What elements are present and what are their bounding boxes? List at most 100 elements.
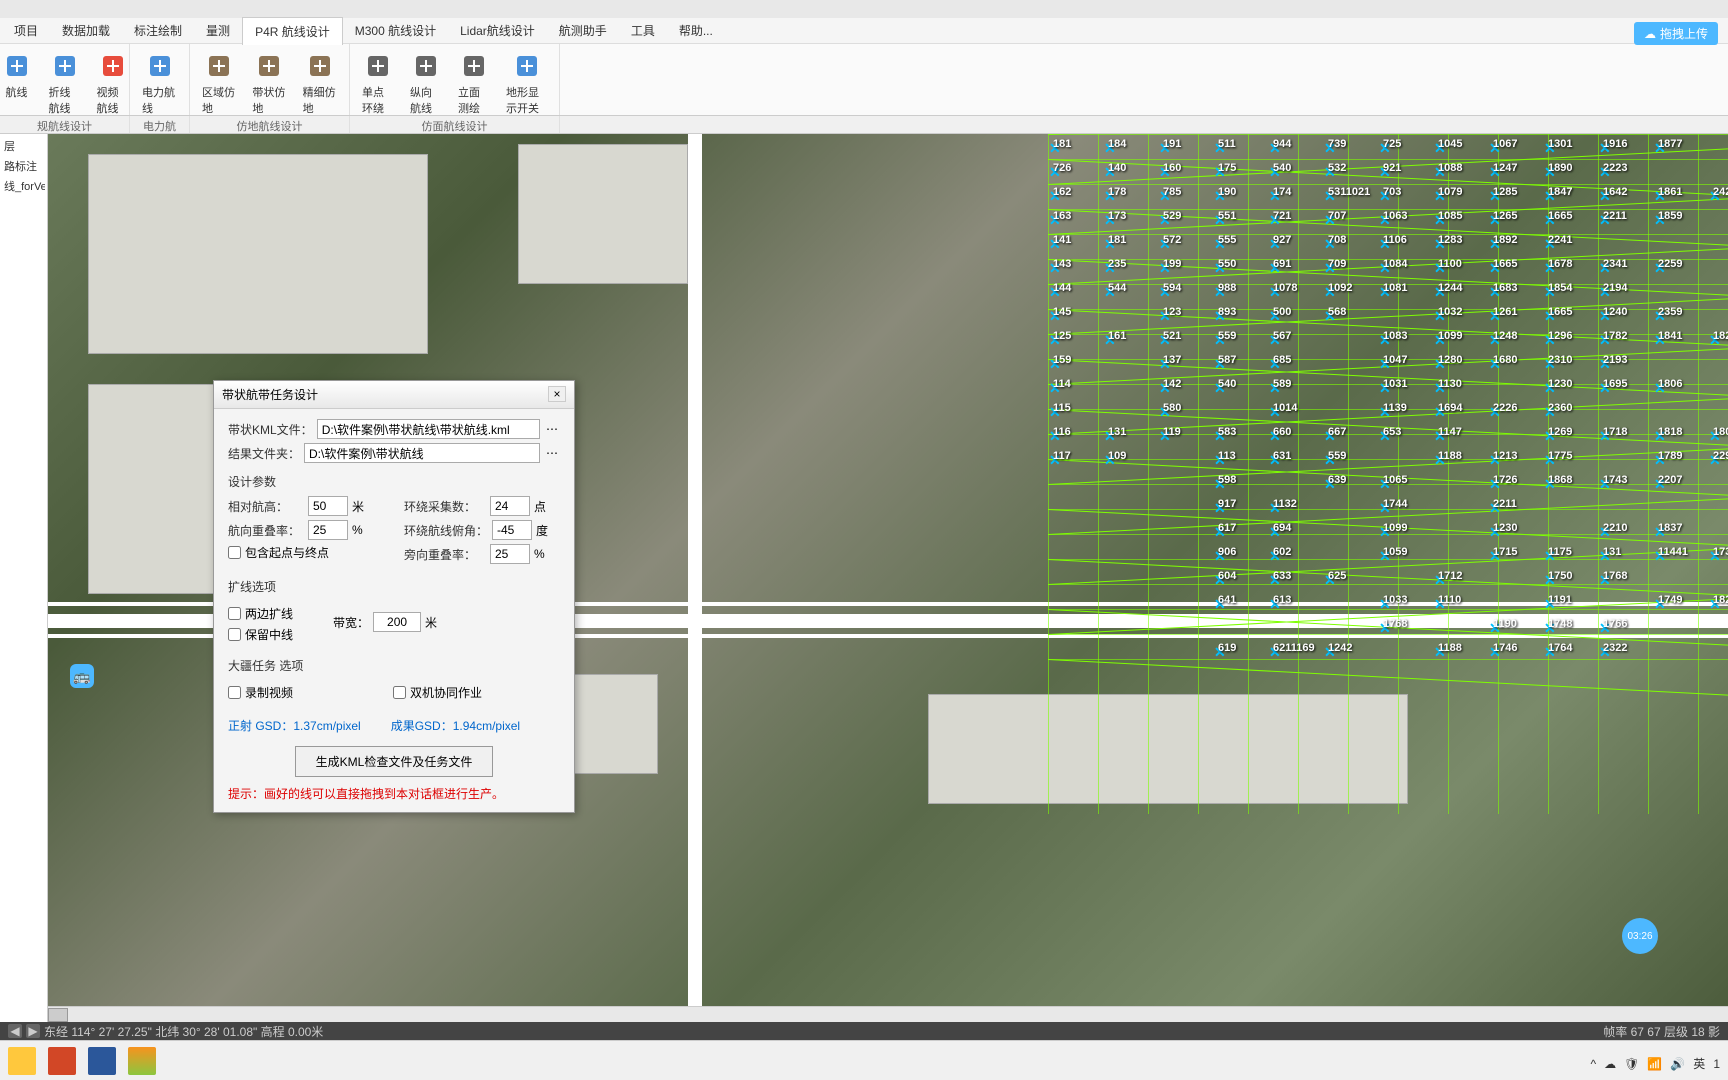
waypoint-number: 181 [1108, 234, 1126, 246]
close-icon[interactable]: × [548, 386, 566, 402]
waypoint-number: 568 [1328, 306, 1346, 318]
waypoint-number: 1244 [1438, 282, 1462, 294]
orbit-angle-unit: 度 [536, 522, 548, 539]
sublime-icon[interactable] [128, 1047, 156, 1075]
waypoint-number: 2423 [1713, 186, 1728, 198]
ribbon-精细仿地[interactable]: 精细仿地 [299, 48, 341, 118]
waypoint-number: 1789 [1658, 450, 1682, 462]
menu-tab-project[interactable]: 项目 [2, 17, 50, 44]
waypoint-number: 191 [1163, 138, 1181, 150]
generate-button[interactable]: 生成KML检查文件及任务文件 [295, 746, 494, 777]
orbit-count-input[interactable] [490, 496, 530, 516]
waypoint-number: 1726 [1493, 474, 1517, 486]
waypoint-number: 1213 [1493, 450, 1517, 462]
layer-sidebar[interactable]: 层 路标注 线_forVer [0, 134, 48, 1034]
horizontal-scrollbar[interactable] [48, 1006, 1728, 1022]
dialog-titlebar[interactable]: 带状航带任务设计 × [214, 381, 574, 409]
ribbon-带状仿地[interactable]: 带状仿地 [248, 48, 290, 118]
sidebar-layer-root[interactable]: 层 [2, 136, 45, 156]
tray-volume-icon[interactable]: 🔊 [1670, 1057, 1685, 1071]
menu-tab-p4r[interactable]: P4R 航线设计 [242, 17, 343, 45]
waypoint-number: 1085 [1438, 210, 1462, 222]
waypoint-number: 500 [1273, 306, 1291, 318]
menu-tab-m300[interactable]: M300 航线设计 [343, 17, 448, 44]
strip-mission-dialog[interactable]: 带状航带任务设计 × 带状KML文件： ⋯ 结果文件夹： ⋯ 设计参数 [213, 380, 575, 813]
waypoint-number: 2193 [1603, 354, 1627, 366]
tray-chevron-icon[interactable]: ^ [1591, 1057, 1597, 1071]
menu-tab-measure[interactable]: 量测 [194, 17, 242, 44]
orbit-count-unit: 点 [534, 498, 546, 515]
ribbon-航线[interactable]: 航线 [0, 48, 37, 118]
gsd-ortho-label: 正射 GSD：1.37cm/pixel [228, 717, 361, 734]
sidebar-layer-road[interactable]: 路标注 [2, 156, 45, 176]
width-input[interactable] [373, 612, 421, 632]
tray-cloud-icon[interactable]: ☁ [1604, 1057, 1616, 1071]
map-canvas[interactable]: 🚌 中国航天 181184191511944739725104510671301… [48, 134, 1728, 1034]
keep-line-checkbox[interactable]: 保留中线 [228, 626, 293, 643]
powerpoint-icon[interactable] [48, 1047, 76, 1075]
waypoint-number: 1890 [1548, 162, 1572, 174]
system-tray[interactable]: ^ ☁ 🛡 📶 🔊 英 1 [1591, 1055, 1720, 1072]
altitude-input[interactable] [308, 496, 348, 516]
orbit-count-label: 环绕采集数： [404, 498, 486, 515]
kml-file-input[interactable] [317, 419, 540, 439]
menu-tab-assist[interactable]: 航测助手 [547, 17, 619, 44]
waypoint-number: 1859 [1658, 210, 1682, 222]
waypoint-number: 115 [1053, 402, 1071, 414]
waypoint-number: 1683 [1493, 282, 1517, 294]
ribbon-立面测绘[interactable]: 立面测绘 [454, 48, 494, 118]
tray-ime[interactable]: 英 [1693, 1055, 1705, 1072]
record-video-checkbox[interactable]: 录制视频 [228, 684, 293, 701]
waypoint-number: 1063 [1383, 210, 1407, 222]
waypoint-number: 1078 [1273, 282, 1297, 294]
tray-wifi-icon[interactable]: 📶 [1647, 1057, 1662, 1071]
cloud-upload-button[interactable]: ☁ 拖拽上传 [1634, 22, 1718, 45]
output-folder-input[interactable] [304, 443, 540, 463]
menu-tab-lidar[interactable]: Lidar航线设计 [448, 17, 547, 44]
both-sides-checkbox[interactable]: 两边扩线 [228, 605, 293, 622]
browse-output-button[interactable]: ⋯ [544, 446, 560, 460]
waypoint-number: 1188 [1438, 642, 1462, 654]
waypoint-number: 540 [1218, 378, 1236, 390]
menu-tab-help[interactable]: 帮助... [667, 17, 725, 44]
ribbon-电力航线[interactable]: 电力航线 [138, 48, 181, 118]
sidebar-layer-route[interactable]: 线_forVer [2, 176, 45, 196]
waypoint-number: 2223 [1603, 162, 1627, 174]
browse-kml-button[interactable]: ⋯ [544, 422, 560, 436]
waypoint-number: 1139 [1383, 402, 1407, 414]
waypoint-number: 580 [1163, 402, 1181, 414]
dual-drone-checkbox[interactable]: 双机协同作业 [393, 684, 482, 701]
menu-tab-tools[interactable]: 工具 [619, 17, 667, 44]
waypoint-number: 988 [1218, 282, 1236, 294]
taskbar[interactable]: ^ ☁ 🛡 📶 🔊 英 1 [0, 1040, 1728, 1080]
ribbon-折线航线[interactable]: 折线航线 [45, 48, 85, 118]
scroll-thumb[interactable] [48, 1008, 68, 1022]
menu-tab-annotate[interactable]: 标注绘制 [122, 17, 194, 44]
ribbon-单点环绕[interactable]: 单点环绕 [358, 48, 398, 118]
include-endpoints-checkbox[interactable]: 包含起点与终点 [228, 544, 384, 561]
waypoint-number: 721 [1273, 210, 1291, 222]
status-next-button[interactable]: ▶ [26, 1024, 40, 1038]
ribbon-地形显示开关[interactable]: 地形显示开关 [502, 48, 551, 118]
waypoint-number: 1748 [1548, 618, 1572, 630]
waypoint-number: 521 [1163, 330, 1181, 342]
tray-shield-icon[interactable]: 🛡 [1624, 1057, 1639, 1071]
menu-tab-load[interactable]: 数据加载 [50, 17, 122, 44]
fwd-overlap-input[interactable] [308, 520, 348, 540]
waypoint-number: 511 [1218, 138, 1236, 150]
status-prev-button[interactable]: ◀ [8, 1024, 22, 1038]
ribbon-视频航线[interactable]: 视频航线 [93, 48, 133, 118]
ribbon-纵向航线[interactable]: 纵向航线 [406, 48, 446, 118]
file-explorer-icon[interactable] [8, 1047, 36, 1075]
ribbon-icon [410, 50, 442, 82]
waypoint-number: 1081 [1383, 282, 1407, 294]
output-folder-label: 结果文件夹： [228, 445, 300, 462]
ribbon-区域仿地[interactable]: 区域仿地 [198, 48, 240, 118]
orbit-angle-input[interactable] [492, 520, 532, 540]
waypoint-number: 1045 [1438, 138, 1462, 150]
waypoint-number: 1296 [1548, 330, 1572, 342]
waypoint-number: 1059 [1383, 546, 1407, 558]
side-overlap-input[interactable] [490, 544, 530, 564]
waypoint-number: 1695 [1603, 378, 1627, 390]
app-icon[interactable] [88, 1047, 116, 1075]
